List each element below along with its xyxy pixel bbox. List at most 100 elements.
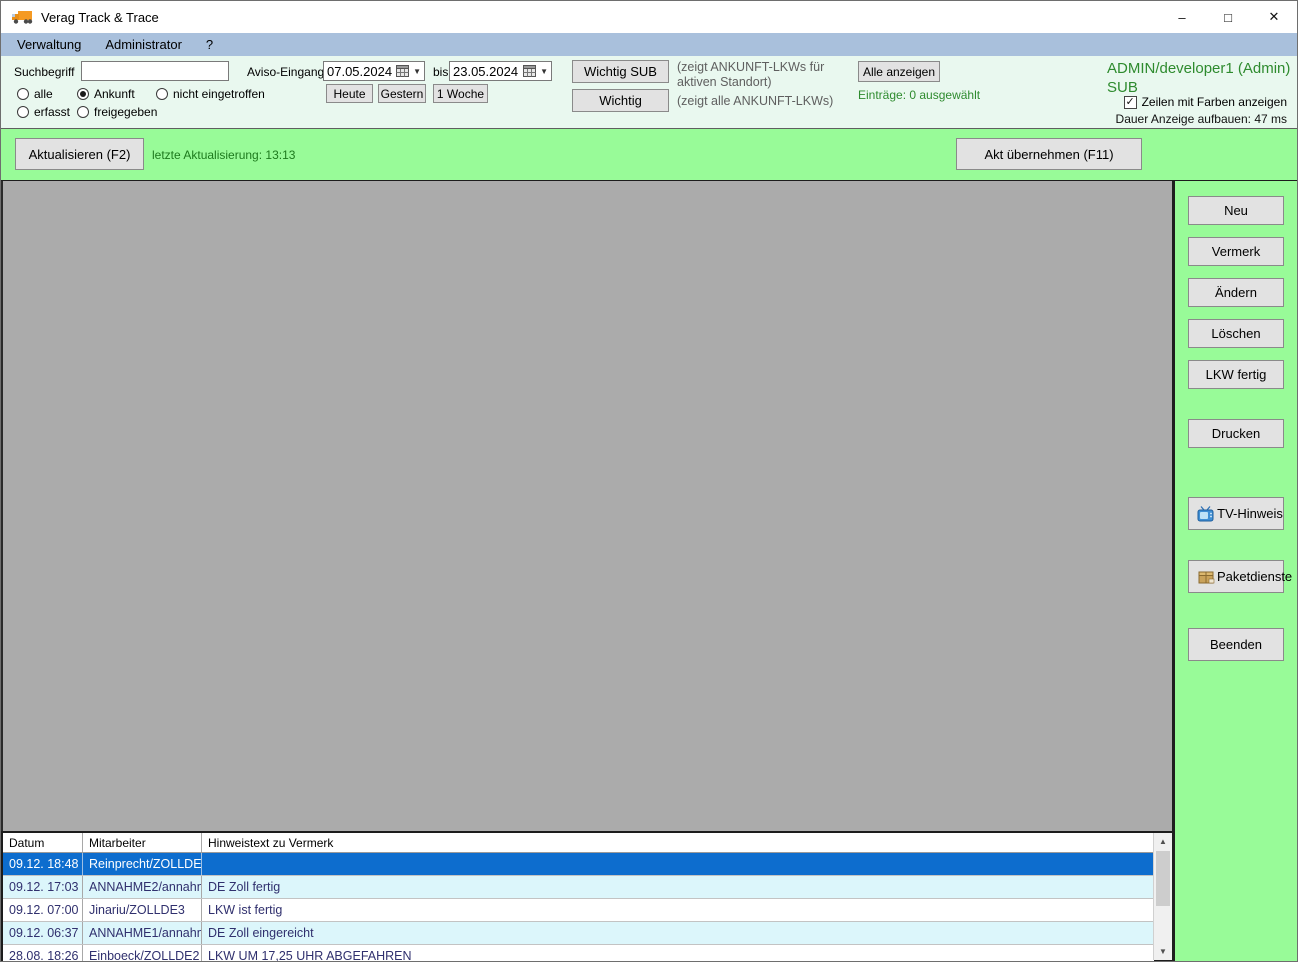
calendar-icon [396, 65, 410, 77]
table-scrollbar[interactable]: ▲ ▼ [1153, 833, 1172, 960]
date-to-value: 23.05.2024 [453, 63, 519, 79]
table-row[interactable]: 09.12. 06:37 ANNAHME1/annahme1 DE Zoll e… [3, 922, 1154, 945]
drucken-button[interactable]: Drucken [1188, 419, 1284, 448]
chevron-down-icon[interactable]: ▼ [540, 67, 548, 76]
aviso-label: Aviso-Eingang [247, 65, 325, 79]
duration-status: Dauer Anzeige aufbauen: 47 ms [1115, 112, 1287, 126]
title-bar: Verag Track & Trace – □ ✕ [1, 1, 1297, 33]
vermerk-button[interactable]: Vermerk [1188, 237, 1284, 266]
radio-alle-circle [17, 88, 29, 100]
radio-ankunft-circle [77, 88, 89, 100]
akt-uebernehmen-button[interactable]: Akt übernehmen (F11) [956, 138, 1142, 170]
chevron-down-icon[interactable]: ▼ [413, 67, 421, 76]
wichtig-sub-description: (zeigt ANKUNFT-LKWs für aktiven Standort… [677, 60, 825, 89]
menu-administrator[interactable]: Administrator [93, 33, 194, 56]
cell-datum: 09.12. 17:03 [3, 876, 83, 898]
action-bar: Aktualisieren (F2) letzte Aktualisierung… [1, 128, 1297, 182]
radio-alle[interactable]: alle [17, 87, 53, 101]
calendar-icon [523, 65, 537, 77]
cell-mitarbeiter: Reinprecht/ZOLLDE1 [83, 853, 202, 875]
alle-anzeigen-button[interactable]: Alle anzeigen [858, 61, 940, 82]
cell-datum: 28.08. 18:26 [3, 945, 83, 961]
user-line1: ADMIN/developer1 (Admin) [1107, 60, 1291, 77]
cell-mitarbeiter: ANNAHME2/annahme2 [83, 876, 202, 898]
tv-hinweis-label: TV-Hinweis [1217, 506, 1283, 521]
table-header-row: Datum Mitarbeiter Hinweistext zu Vermerk [3, 833, 1154, 853]
table-row[interactable]: 09.12. 18:48 Reinprecht/ZOLLDE1 [3, 853, 1154, 876]
wichtig-button[interactable]: Wichtig [572, 89, 669, 112]
scroll-down-icon[interactable]: ▼ [1154, 943, 1172, 960]
scroll-up-icon[interactable]: ▲ [1154, 833, 1172, 850]
loeschen-button[interactable]: Löschen [1188, 319, 1284, 348]
tv-icon [1197, 505, 1214, 521]
date-from-value: 07.05.2024 [327, 63, 393, 79]
package-icon [1198, 571, 1215, 583]
maximize-button[interactable]: □ [1205, 1, 1251, 33]
last-update-status: letzte Aktualisierung: 13:13 [152, 148, 296, 162]
menu-help[interactable]: ? [194, 33, 225, 56]
column-header-datum[interactable]: Datum [3, 833, 83, 852]
radio-freigegeben-circle [77, 106, 89, 118]
radio-nicht-eingetroffen[interactable]: nicht eingetroffen [156, 87, 265, 101]
cell-hinweistext: DE Zoll fertig [208, 880, 281, 894]
menu-bar: Verwaltung Administrator ? [1, 33, 1297, 56]
paketdienste-label: Paketdienste [1217, 569, 1293, 584]
beenden-button[interactable]: Beenden [1188, 628, 1284, 661]
window-controls: – □ ✕ [1159, 1, 1297, 33]
column-header-mitarbeiter[interactable]: Mitarbeiter [83, 833, 202, 852]
cell-datum: 09.12. 18:48 [3, 853, 83, 875]
vermerk-table-grid: Datum Mitarbeiter Hinweistext zu Vermerk… [3, 833, 1154, 962]
main-list-area[interactable] [1, 181, 1172, 831]
radio-ankunft-label: Ankunft [94, 87, 135, 101]
paketdienste-button[interactable]: Paketdienste [1188, 560, 1292, 593]
heute-button[interactable]: Heute [326, 84, 373, 103]
radio-ankunft[interactable]: Ankunft [77, 87, 135, 101]
cell-datum: 09.12. 07:00 [3, 899, 83, 921]
radio-erfasst-label: erfasst [34, 105, 71, 119]
truck-icon [12, 11, 33, 24]
neu-button[interactable]: Neu [1188, 196, 1284, 225]
cell-hinweistext: DE Zoll eingereicht [208, 926, 314, 940]
table-row[interactable]: 09.12. 07:00 Jinariu/ZOLLDE3 LKW ist fer… [3, 899, 1154, 922]
app-window: Verag Track & Trace – □ ✕ Verwaltung Adm… [0, 0, 1298, 962]
aktualisieren-button[interactable]: Aktualisieren (F2) [15, 138, 144, 170]
wichtig-sub-button[interactable]: Wichtig SUB [572, 60, 669, 83]
radio-nicht-eingetroffen-circle [156, 88, 168, 100]
cell-mitarbeiter: Einboeck/ZOLLDE2 [83, 945, 202, 961]
close-button[interactable]: ✕ [1251, 1, 1297, 33]
vermerk-table: Datum Mitarbeiter Hinweistext zu Vermerk… [1, 831, 1172, 962]
rows-color-checkbox-label: Zeilen mit Farben anzeigen [1141, 95, 1287, 109]
lkw-fertig-button[interactable]: LKW fertig [1188, 360, 1284, 389]
scrollbar-thumb[interactable] [1156, 851, 1170, 906]
date-to-picker[interactable]: 23.05.2024 ▼ [449, 61, 552, 81]
column-header-hinweistext[interactable]: Hinweistext zu Vermerk [202, 833, 1154, 852]
entries-status: Einträge: 0 ausgewählt [858, 88, 981, 102]
minimize-button[interactable]: – [1159, 1, 1205, 33]
radio-erfasst[interactable]: erfasst [17, 105, 70, 119]
radio-nicht-eingetroffen-label: nicht eingetroffen [173, 87, 265, 101]
table-row[interactable]: 09.12. 17:03 ANNAHME2/annahme2 DE Zoll f… [3, 876, 1154, 899]
window-title: Verag Track & Trace [41, 9, 159, 25]
cell-datum: 09.12. 06:37 [3, 922, 83, 944]
cell-hinweistext: LKW UM 17,25 UHR ABGEFAHREN [208, 949, 412, 962]
aendern-button[interactable]: Ändern [1188, 278, 1284, 307]
sidebar: Neu Vermerk Ändern Löschen LKW fertig Dr… [1175, 181, 1297, 961]
tv-hinweis-button[interactable]: TV-Hinweis [1188, 497, 1284, 530]
rows-color-checkbox-row[interactable]: ✓ Zeilen mit Farben anzeigen [1123, 95, 1287, 109]
user-info: ADMIN/developer1 (Admin) SUB [1107, 59, 1290, 97]
radio-erfasst-circle [17, 106, 29, 118]
cell-hinweistext: LKW ist fertig [208, 903, 283, 917]
search-input[interactable] [81, 61, 229, 81]
search-label: Suchbegriff [14, 65, 75, 79]
eine-woche-button[interactable]: 1 Woche [433, 84, 488, 103]
menu-verwaltung[interactable]: Verwaltung [5, 33, 93, 56]
checkbox-checked-icon[interactable]: ✓ [1123, 95, 1137, 109]
cell-hinweistext [202, 853, 1154, 875]
cell-mitarbeiter: Jinariu/ZOLLDE3 [83, 899, 202, 921]
table-row[interactable]: 28.08. 18:26 Einboeck/ZOLLDE2 LKW UM 17,… [3, 945, 1154, 962]
radio-freigegeben[interactable]: freigegeben [77, 105, 157, 119]
date-from-picker[interactable]: 07.05.2024 ▼ [323, 61, 425, 81]
cell-mitarbeiter: ANNAHME1/annahme1 [83, 922, 202, 944]
radio-freigegeben-label: freigegeben [94, 105, 158, 119]
gestern-button[interactable]: Gestern [378, 84, 426, 103]
